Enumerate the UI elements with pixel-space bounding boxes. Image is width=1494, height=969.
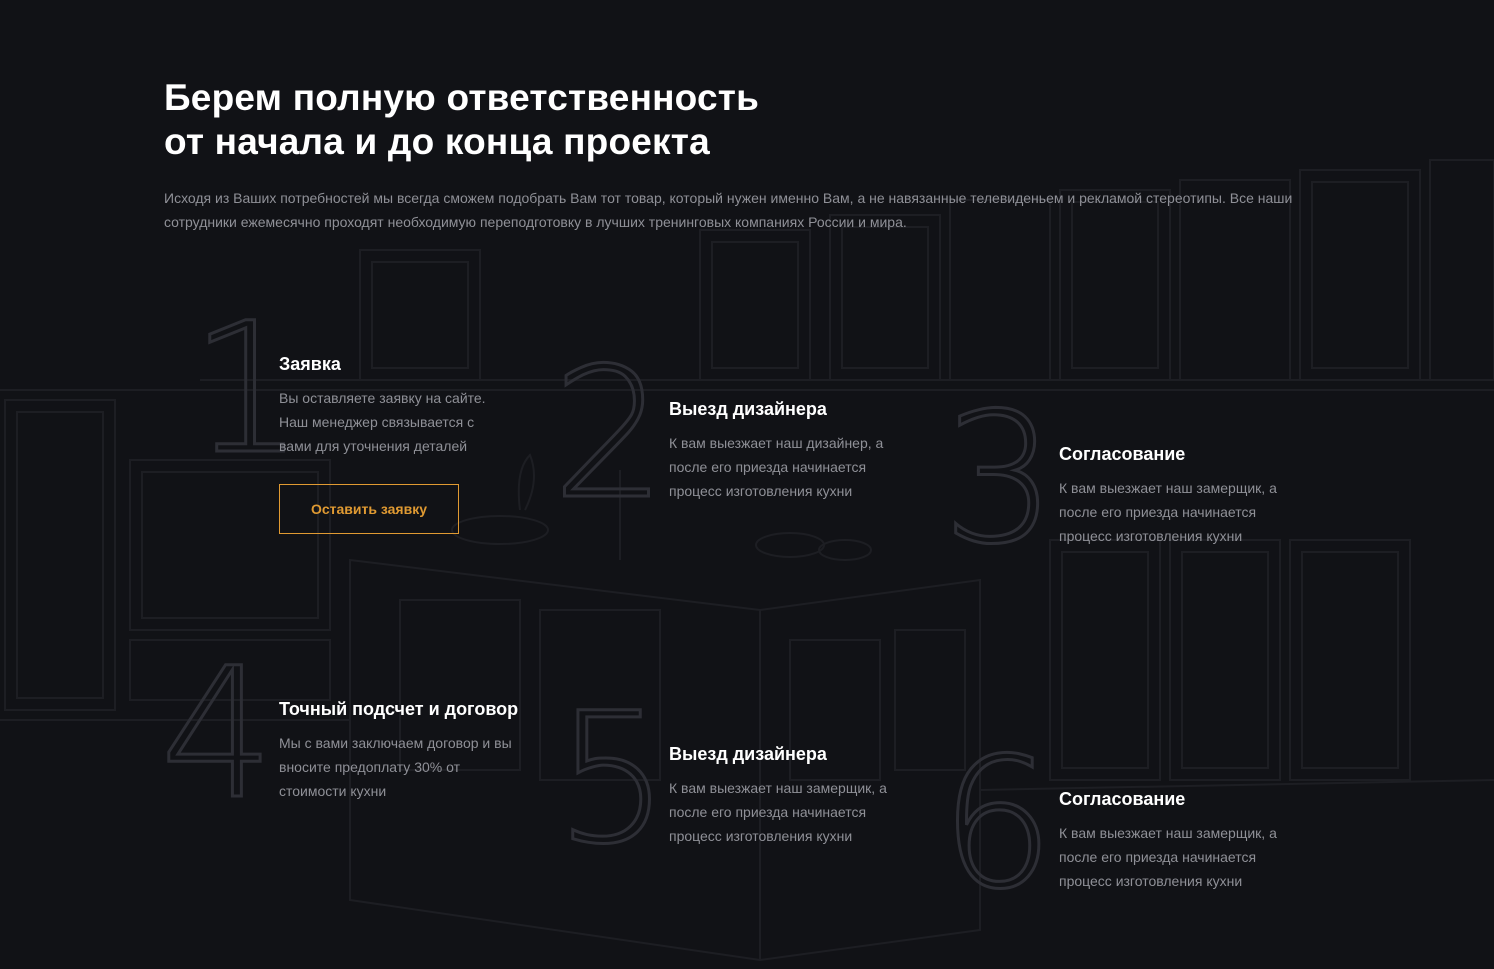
step-text-4: Мы с вами заключаем договор и вы вносите… — [279, 735, 512, 799]
section-title: Берем полную ответственность от начала и… — [164, 76, 1064, 164]
step-number-2: 2 — [551, 330, 669, 539]
step-text-5: К вам выезжает наш замерщик, а после его… — [669, 780, 887, 844]
step-text-2: К вам выезжает наш дизайнер, а после его… — [669, 435, 884, 499]
leave-request-button[interactable]: Оставить заявку — [279, 484, 459, 534]
step-number-3: 3 — [941, 375, 1059, 584]
step-title-3: Согласование — [1059, 444, 1186, 464]
step-title-2: Выезд дизайнера — [669, 399, 827, 419]
section-intro: Исходя из Ваших потребностей мы всегда с… — [164, 190, 1293, 230]
section-title-line-1: Берем полную ответственность — [164, 77, 760, 118]
step-number-4: 4 — [159, 630, 277, 839]
step-title-6: Согласование — [1059, 789, 1186, 809]
step-title-4: Точный подсчет и договор — [279, 699, 519, 719]
step-number-5: 5 — [554, 675, 672, 884]
step-text-1: Вы оставляете заявку на сайте. Наш менед… — [279, 390, 486, 454]
step-text-3: К вам выезжает наш замерщик, а после его… — [1059, 480, 1277, 544]
step-number-6: 6 — [939, 720, 1057, 929]
process-section: Берем полную ответственность от начала и… — [0, 0, 1494, 969]
step-title-5: Выезд дизайнера — [669, 744, 827, 764]
step-text-6: К вам выезжает наш замерщик, а после его… — [1059, 825, 1277, 889]
section-title-line-2: от начала и до конца проекта — [164, 121, 710, 162]
step-title-1: Заявка — [279, 354, 341, 374]
